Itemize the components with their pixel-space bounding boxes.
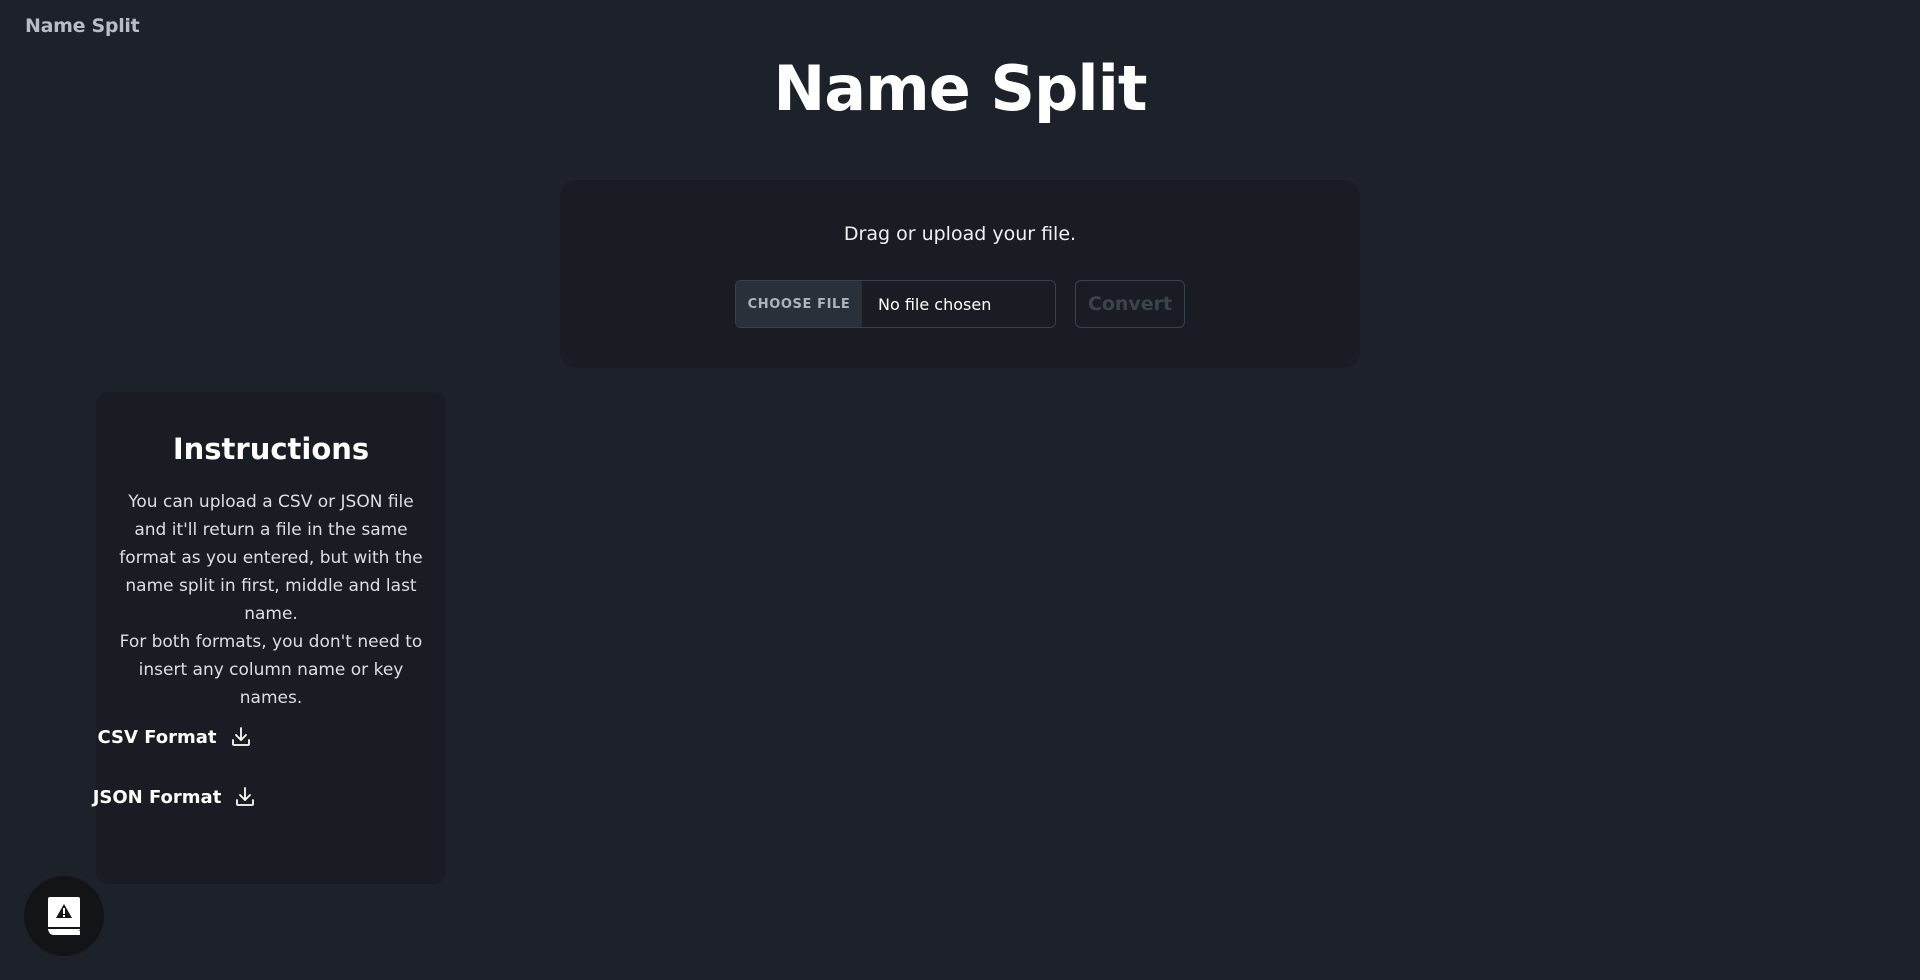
convert-button[interactable]: Convert (1075, 280, 1185, 328)
json-format-download[interactable]: JSON Format (0, 785, 350, 809)
page-title: Name Split (773, 52, 1147, 125)
instructions-line-2: For both formats, you don't need to inse… (119, 632, 423, 708)
file-status: No file chosen (862, 281, 1055, 327)
instructions-card: Instructions You can upload a CSV or JSO… (96, 392, 446, 884)
download-icon (236, 787, 255, 806)
json-format-label: JSON Format (92, 786, 222, 808)
instructions-title: Instructions (172, 432, 370, 466)
instructions-text: You can upload a CSV or JSON file and it… (110, 488, 432, 712)
instructions-line-1: You can upload a CSV or JSON file and it… (119, 492, 423, 624)
file-input[interactable]: CHOOSE FILE No file chosen (735, 280, 1056, 328)
upload-card[interactable]: Drag or upload your file. CHOOSE FILE No… (560, 180, 1360, 368)
choose-file-button[interactable]: CHOOSE FILE (736, 281, 862, 327)
report-book-icon (48, 897, 80, 935)
download-icon (231, 727, 250, 746)
upload-prompt: Drag or upload your file. (843, 223, 1077, 245)
report-issue-button[interactable] (24, 876, 104, 956)
csv-format-download[interactable]: CSV Format (0, 725, 350, 749)
brand-link[interactable]: Name Split (25, 15, 140, 37)
csv-format-label: CSV Format (97, 726, 217, 748)
